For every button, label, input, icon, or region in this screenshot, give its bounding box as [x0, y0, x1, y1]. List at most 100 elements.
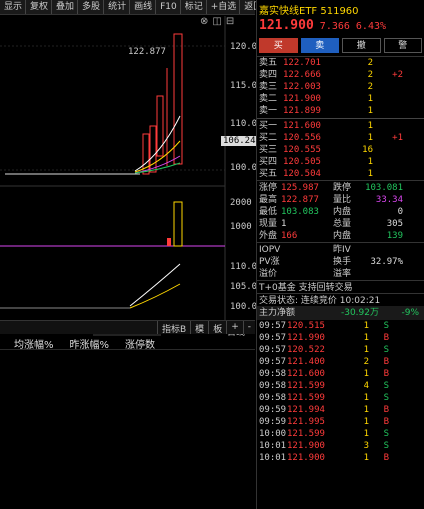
- toolbar-button[interactable]: 标记: [181, 0, 207, 14]
- tick-time: 10:01: [259, 441, 287, 451]
- iopv-label: 溢率: [333, 269, 352, 279]
- order-book-row[interactable]: 卖一 121.899 1: [257, 105, 424, 117]
- tick-volume: 2: [363, 357, 369, 367]
- iopv-label: PV涨: [259, 257, 280, 267]
- level-price: 122.666: [283, 70, 321, 80]
- stat-value: 166: [281, 231, 298, 241]
- tick-direction: S: [383, 393, 389, 403]
- order-book-row[interactable]: 买三 120.555 16: [257, 144, 424, 156]
- volume-bar: [173, 201, 183, 247]
- stat-row: 最高 122.877 量比 33.34: [257, 194, 424, 206]
- tick-price: 121.994: [287, 405, 325, 415]
- tick-row: 09:57 121.400 2 B: [257, 356, 424, 368]
- buy-button[interactable]: 买: [259, 38, 298, 53]
- high-price-label: 122.877: [128, 47, 166, 57]
- chart-tab[interactable]: 板: [208, 321, 226, 335]
- order-book-row[interactable]: 买五 120.504 1: [257, 168, 424, 180]
- chart-tab[interactable]: -: [242, 321, 255, 334]
- sell-button[interactable]: 卖: [300, 38, 339, 53]
- toolbar-button[interactable]: 复权: [26, 0, 53, 14]
- order-book-row[interactable]: 卖三 122.003 2: [257, 81, 424, 93]
- order-book-row[interactable]: 买一 121.600 1: [257, 120, 424, 132]
- toolbar-button[interactable]: 画线: [130, 0, 157, 14]
- tick-time: 09:59: [259, 417, 287, 427]
- tick-volume: 3: [363, 441, 369, 451]
- level-label: 卖三: [259, 82, 278, 92]
- level-price: 120.504: [283, 169, 321, 179]
- level-price: 122.701: [283, 58, 321, 68]
- order-book-row[interactable]: 买二 120.556 1 +1: [257, 132, 424, 144]
- tick-direction: S: [383, 321, 389, 331]
- level-volume: 1: [367, 169, 373, 179]
- tick-direction: B: [383, 357, 389, 367]
- tick-time: 09:58: [259, 393, 287, 403]
- limit-up-count-col[interactable]: 涨停数: [125, 336, 155, 351]
- tick-price: 121.900: [287, 441, 325, 451]
- stat-row: 现量 1 总量 305: [257, 218, 424, 230]
- level-change: [373, 57, 403, 69]
- toolbar-button[interactable]: 叠加: [52, 0, 79, 14]
- alert-button[interactable]: 警: [383, 38, 422, 53]
- tick-volume: 1: [363, 405, 369, 415]
- price-tick: 100.0: [230, 163, 258, 173]
- stat-value: 103.083: [281, 207, 319, 217]
- chart-bottom-tabs: 指标B 模板 + -: [0, 320, 255, 335]
- tick-direction: S: [383, 381, 389, 391]
- order-book-row[interactable]: 买四 120.505 1: [257, 156, 424, 168]
- order-book-row[interactable]: 卖二 121.900 1: [257, 93, 424, 105]
- chart-tab[interactable]: 指标B: [156, 321, 190, 335]
- chart-tab[interactable]: +: [226, 321, 243, 334]
- level-volume: 2: [367, 82, 373, 92]
- tick-time: 09:59: [259, 405, 287, 415]
- toolbar-button[interactable]: 多股: [78, 0, 105, 14]
- order-book-row[interactable]: 卖四 122.666 2 +2: [257, 69, 424, 81]
- tick-price: 120.515: [287, 321, 325, 331]
- tick-price: 121.400: [287, 357, 325, 367]
- tick-list: 09:57 120.515 1 S 09:57 121.990 1 B 09:57 120.522…: [257, 320, 424, 464]
- stat-label: 最低: [259, 207, 278, 217]
- price-line: 121.900 7.366 6.43%: [257, 18, 424, 36]
- toolbar: 显示 复权 叠加 多股 统计 画线 F10 标记 +自选 返回: [0, 0, 267, 15]
- stat-value: 125.987: [281, 183, 319, 193]
- indicator-tick: 110.0: [230, 262, 258, 272]
- flow-pct: -9%: [401, 308, 419, 318]
- iopv-row: PV涨 换手 32.97%: [257, 256, 424, 268]
- quote-stats: 涨停 125.987 跌停 103.081 最高 122.877 量比 33.34 最低 103.…: [257, 180, 424, 242]
- toolbar-button[interactable]: 统计: [104, 0, 131, 14]
- prev-change-col[interactable]: 昨涨幅%: [70, 336, 110, 351]
- tick-volume: 1: [363, 453, 369, 463]
- toolbar-button[interactable]: +自选: [207, 0, 241, 14]
- cancel-order-button[interactable]: 撤: [342, 38, 381, 53]
- tick-time: 09:57: [259, 345, 287, 355]
- main-flow-bar[interactable]: 主力净额 -30.92万 -9%: [257, 306, 424, 320]
- toolbar-button[interactable]: 显示: [0, 0, 27, 14]
- tick-volume: 1: [363, 321, 369, 331]
- tick-row: 09:58 121.600 1 B: [257, 368, 424, 380]
- tick-row: 09:58 121.599 1 S: [257, 392, 424, 404]
- chart-tab[interactable]: 模: [190, 321, 208, 335]
- iopv-value: [281, 268, 333, 280]
- level-price: 120.505: [283, 157, 321, 167]
- tick-row: 09:57 120.515 1 S: [257, 320, 424, 332]
- iopv-value: [281, 244, 333, 256]
- stat-row: 涨停 125.987 跌停 103.081: [257, 182, 424, 194]
- avg-change-col[interactable]: 均涨幅%: [14, 336, 54, 351]
- tick-time: 10:00: [259, 429, 287, 439]
- stat-value: 139: [386, 231, 403, 241]
- tick-row: 10:01 121.900 3 S: [257, 440, 424, 452]
- iopv-stats: IOPV 昨IV PV涨 换手 32.97% 溢价 溢率: [257, 242, 424, 280]
- stat-label: 总量: [333, 219, 352, 229]
- tick-price: 121.990: [287, 333, 325, 343]
- level-price: 120.555: [283, 145, 321, 155]
- toolbar-button[interactable]: F10: [156, 0, 181, 14]
- order-book-row[interactable]: 卖五 122.701 2: [257, 57, 424, 69]
- candlestick-chart[interactable]: 122.877 120.0 115.0 110.0 106.245 100.0 …: [0, 16, 263, 338]
- iopv-label: 换手: [333, 257, 352, 267]
- stat-label: 内盘: [333, 231, 352, 241]
- level-label: 卖四: [259, 70, 278, 80]
- tick-direction: S: [383, 441, 389, 451]
- candle: [156, 95, 164, 157]
- price-tick: 120.0: [230, 42, 258, 52]
- tick-time: 09:57: [259, 333, 287, 343]
- price-change-pct: 6.43%: [355, 21, 387, 32]
